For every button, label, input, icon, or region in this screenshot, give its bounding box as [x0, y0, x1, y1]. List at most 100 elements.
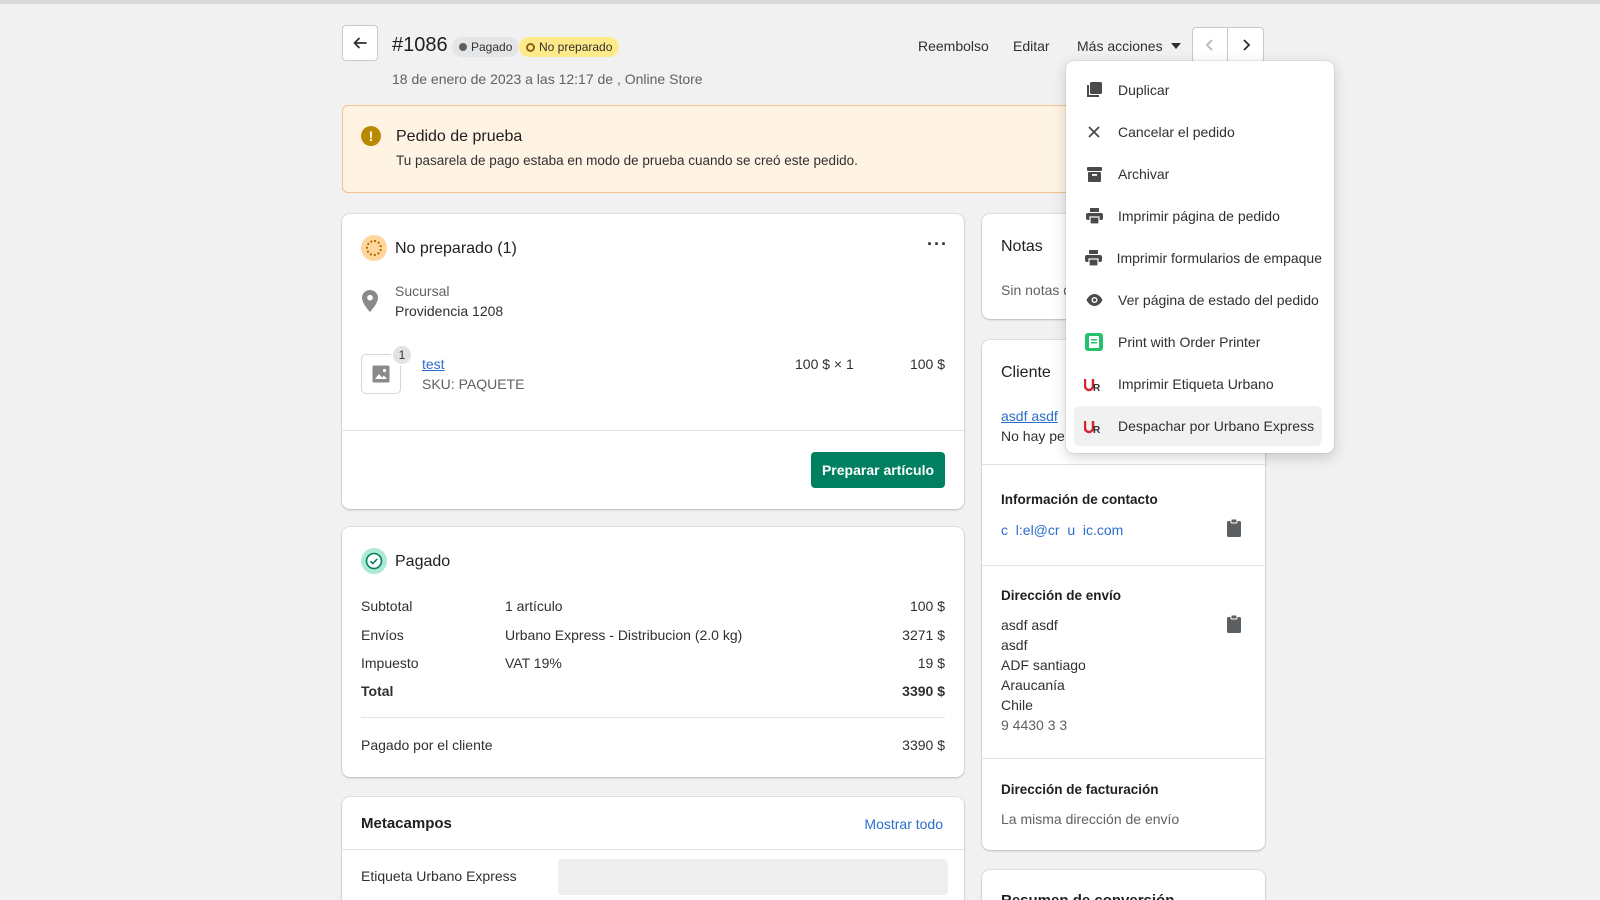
svg-text:R: R — [1093, 425, 1101, 434]
ring-icon — [526, 42, 535, 52]
checkmark-circle-icon — [365, 552, 383, 570]
location-value: Providencia 1208 — [395, 303, 504, 319]
menu-item-dispatch-urbano[interactable]: R Despachar por Urbano Express — [1074, 406, 1322, 446]
clipboard-icon[interactable] — [1227, 615, 1241, 633]
paid-card: Pagado Subtotal 1 artículo 100 $ Envíos … — [342, 527, 964, 777]
divider — [982, 758, 1265, 759]
shipping-line: ADF santiago — [1001, 657, 1086, 673]
eye-icon — [1086, 294, 1102, 306]
shipping-line: 9 4430 3 3 — [1001, 717, 1068, 733]
customer-title: Cliente — [1001, 364, 1051, 381]
back-button[interactable] — [342, 25, 378, 61]
duplicate-icon — [1087, 82, 1102, 97]
menu-item-print-order-page[interactable]: Imprimir página de pedido — [1074, 196, 1322, 236]
order-printer-app-icon — [1085, 333, 1103, 351]
conversion-summary-card: Resumen de conversión — [982, 870, 1265, 900]
notes-text: Sin notas d — [1001, 282, 1072, 298]
image-placeholder-icon — [372, 365, 390, 383]
menu-item-cancel-order[interactable]: Cancelar el pedido — [1074, 112, 1322, 152]
conversion-summary-title: Resumen de conversión — [1001, 892, 1174, 900]
shipping-line: Chile — [1001, 697, 1033, 713]
menu-item-view-order-status[interactable]: Ver página de estado del pedido — [1074, 280, 1322, 320]
shipping-line: Araucanía — [1001, 677, 1065, 693]
subtotal-label: Subtotal — [361, 598, 413, 614]
divider — [982, 565, 1265, 566]
customer-email[interactable]: c l:el@cr u ic.com — [1001, 522, 1123, 538]
menu-item-print-urbano-label[interactable]: R Imprimir Etiqueta Urbano — [1074, 364, 1322, 404]
unfulfilled-card: No preparado (1) ··· Sucursal Providenci… — [342, 214, 964, 509]
banner-title: Pedido de prueba — [396, 128, 523, 145]
fulfill-item-button[interactable]: Preparar artículo — [811, 452, 945, 488]
product-total: 100 $ — [909, 356, 945, 372]
status-badge-paid: Pagado — [452, 37, 520, 57]
order-number: #1086 — [392, 34, 448, 56]
tax-desc: VAT 19% — [505, 655, 562, 671]
paid-by-customer-amount: 3390 $ — [902, 737, 945, 753]
previous-order-button[interactable] — [1192, 27, 1228, 63]
banner-text: Tu pasarela de pago estaba en modo de pr… — [396, 153, 858, 168]
menu-item-duplicate[interactable]: Duplicar — [1074, 70, 1322, 110]
tax-label: Impuesto — [361, 655, 419, 671]
divider — [342, 849, 964, 850]
svg-text:R: R — [1093, 383, 1101, 392]
edit-button[interactable]: Editar — [1013, 38, 1050, 54]
caret-down-icon — [1170, 43, 1181, 49]
billing-address-text: La misma dirección de envío — [1001, 811, 1180, 827]
product-sku: SKU: PAQUETE — [422, 376, 525, 392]
menu-item-print-packing-slips[interactable]: Imprimir formularios de empaque — [1074, 238, 1322, 278]
more-actions-menu: Duplicar Cancelar el pedido Archivar Imp… — [1066, 61, 1334, 453]
metafields-card: Metacampos Mostrar todo Etiqueta Urbano … — [342, 797, 964, 900]
clipboard-icon[interactable] — [1227, 519, 1241, 537]
divider — [342, 430, 964, 431]
tax-amount: 19 $ — [917, 655, 945, 671]
menu-item-order-printer[interactable]: Print with Order Printer — [1074, 322, 1322, 362]
paid-by-customer-label: Pagado por el cliente — [361, 737, 493, 753]
urbano-logo-icon: R — [1084, 421, 1101, 434]
order-subtitle: 18 de enero de 2023 a las 12:17 de , Onl… — [392, 71, 703, 87]
divider — [982, 464, 1265, 465]
chevron-left-icon — [1205, 39, 1213, 51]
shipping-line: asdf — [1001, 637, 1028, 653]
shipping-desc: Urbano Express - Distribucion (2.0 kg) — [505, 627, 743, 643]
customer-orders-text: No hay pe — [1001, 428, 1065, 444]
shipping-amount: 3271 $ — [902, 627, 945, 643]
more-actions-button[interactable]: Más acciones — [1077, 38, 1181, 54]
unfulfilled-title: No preparado (1) — [395, 240, 517, 257]
paid-status-icon — [361, 548, 387, 574]
product-link[interactable]: test — [422, 356, 445, 372]
close-icon — [1088, 126, 1100, 138]
location-label: Sucursal — [395, 283, 450, 299]
subtotal-desc: 1 artículo — [505, 598, 563, 614]
metafield-label: Etiqueta Urbano Express — [361, 868, 517, 884]
shipping-address-title: Dirección de envío — [1001, 588, 1122, 603]
billing-address-title: Dirección de facturación — [1001, 782, 1159, 797]
status-badge-unfulfilled: No preparado — [519, 37, 620, 57]
archive-icon — [1086, 166, 1102, 182]
total-amount: 3390 $ — [902, 683, 945, 699]
metafields-title: Metacampos — [361, 815, 452, 832]
metafield-input[interactable] — [558, 859, 948, 895]
quantity-badge: 1 — [391, 344, 413, 366]
refund-button[interactable]: Reembolso — [918, 38, 989, 54]
printer-icon — [1085, 208, 1103, 224]
divider — [361, 717, 945, 718]
customer-name-link[interactable]: asdf asdf — [1001, 408, 1058, 424]
location-pin-icon — [362, 290, 378, 312]
paid-title: Pagado — [395, 553, 451, 570]
next-order-button[interactable] — [1228, 27, 1264, 63]
urbano-logo-icon: R — [1084, 379, 1101, 392]
shipping-label: Envíos — [361, 627, 404, 643]
subtotal-amount: 100 $ — [909, 598, 945, 614]
chevron-right-icon — [1242, 39, 1250, 51]
more-options-icon[interactable]: ··· — [927, 234, 948, 255]
dot-icon — [459, 43, 467, 51]
menu-item-archive[interactable]: Archivar — [1074, 154, 1322, 194]
warning-icon: ! — [361, 126, 381, 146]
shipping-line: asdf asdf — [1001, 617, 1058, 633]
unfulfilled-status-icon — [361, 235, 387, 261]
total-label: Total — [361, 683, 394, 699]
contact-info-title: Información de contacto — [1001, 492, 1158, 507]
product-unit-price: 100 $ × 1 — [795, 356, 854, 372]
show-all-link[interactable]: Mostrar todo — [864, 816, 943, 832]
notes-title: Notas — [1001, 238, 1043, 255]
